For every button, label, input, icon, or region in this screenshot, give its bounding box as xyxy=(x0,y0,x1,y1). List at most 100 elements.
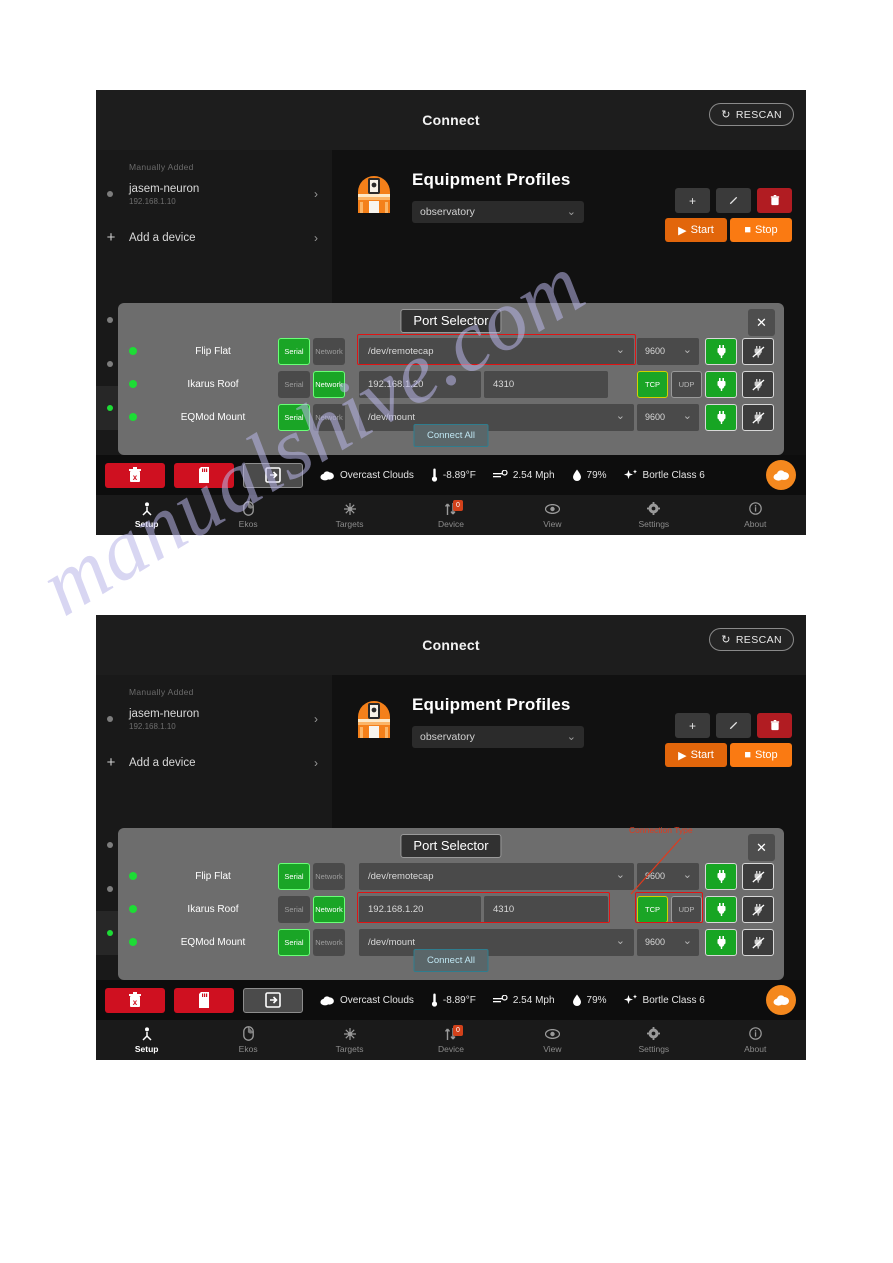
network-mode-button[interactable]: Network xyxy=(313,862,345,890)
serial-mode-button[interactable]: Serial xyxy=(278,895,310,923)
network-mode-button[interactable]: Network xyxy=(313,895,345,923)
nav-item-ekos[interactable]: Ekos xyxy=(197,495,298,535)
close-icon[interactable]: ✕ xyxy=(748,309,775,336)
sidebar-item-sublabel: 192.168.1.10 xyxy=(129,196,176,206)
disconnect-button[interactable] xyxy=(742,928,774,956)
baud-select[interactable]: 9600 ⌄ xyxy=(637,337,699,365)
start-button[interactable]: ▶ Start xyxy=(665,218,727,242)
add-profile-button[interactable]: + xyxy=(675,713,710,738)
baud-select[interactable]: 9600 ⌄ xyxy=(637,928,699,956)
nav-item-device[interactable]: 0 Device xyxy=(400,495,501,535)
device-badge: 0 xyxy=(452,500,463,511)
nav-item-ekos[interactable]: Ekos xyxy=(197,1020,298,1060)
nav-item-targets[interactable]: Targets xyxy=(299,1020,400,1060)
host-input[interactable]: 192.168.1.20 xyxy=(359,370,481,398)
delete-profile-button[interactable] xyxy=(757,713,792,738)
humidity: 79% xyxy=(572,994,607,1007)
delete-profile-button[interactable] xyxy=(757,188,792,213)
disconnect-button[interactable] xyxy=(742,403,774,431)
clear-button[interactable]: x xyxy=(105,462,165,488)
nav-item-about[interactable]: About xyxy=(705,495,806,535)
nav-item-setup[interactable]: Setup xyxy=(96,495,197,535)
cloud-fab-icon[interactable] xyxy=(766,985,796,1015)
network-mode-button[interactable]: Network xyxy=(313,403,345,431)
sidebar-item-add-a-device[interactable]: + Add a device › xyxy=(96,216,332,260)
sidebar-item-jasem-neuron[interactable]: jasem-neuron 192.168.1.10 › xyxy=(96,697,332,741)
udp-button[interactable]: UDP xyxy=(671,370,702,398)
rescan-button[interactable]: ↻ RESCAN xyxy=(709,628,794,651)
edit-profile-button[interactable] xyxy=(716,713,751,738)
chevron-right-icon: › xyxy=(314,187,318,201)
tcp-button[interactable]: TCP xyxy=(637,895,668,923)
cloud-fab-icon[interactable] xyxy=(766,460,796,490)
disconnect-button[interactable] xyxy=(742,337,774,365)
connect-all-button[interactable]: Connect All xyxy=(413,424,489,447)
edit-profile-button[interactable] xyxy=(716,188,751,213)
nav-item-view[interactable]: View xyxy=(502,495,603,535)
clear-button[interactable]: x xyxy=(105,987,165,1013)
port-number-value: 4310 xyxy=(493,903,515,915)
serial-mode-button[interactable]: Serial xyxy=(278,370,310,398)
connect-button[interactable] xyxy=(705,928,737,956)
serial-mode-button[interactable]: Serial xyxy=(278,403,310,431)
wind-icon xyxy=(492,469,508,477)
nav-item-settings[interactable]: Settings xyxy=(603,495,704,535)
login-button[interactable] xyxy=(243,987,303,1013)
port-select[interactable]: /dev/remotecap ⌄ xyxy=(359,862,634,890)
status-dot xyxy=(107,716,113,722)
plug-off-icon xyxy=(751,411,764,424)
baud-select[interactable]: 9600 ⌄ xyxy=(637,403,699,431)
port-number-input[interactable]: 4310 xyxy=(484,895,608,923)
login-button[interactable] xyxy=(243,462,303,488)
nav-item-settings[interactable]: Settings xyxy=(603,1020,704,1060)
stop-button[interactable]: ■ Stop xyxy=(730,743,792,767)
protocol-group: TCP UDP xyxy=(637,895,702,923)
port-select[interactable]: /dev/mount ⌄ xyxy=(359,403,634,431)
thermometer-icon xyxy=(431,468,438,482)
plug-icon xyxy=(717,344,725,358)
connect-button[interactable] xyxy=(705,403,737,431)
sd-card-button[interactable] xyxy=(174,987,234,1013)
sd-card-button[interactable] xyxy=(174,462,234,488)
network-mode-button[interactable]: Network xyxy=(313,337,345,365)
nav-item-device[interactable]: 0 Device xyxy=(400,1020,501,1060)
close-icon[interactable]: ✕ xyxy=(748,834,775,861)
nav-item-view[interactable]: View xyxy=(502,1020,603,1060)
network-mode-button[interactable]: Network xyxy=(313,928,345,956)
disconnect-button[interactable] xyxy=(742,370,774,398)
sidebar-item-add-a-device[interactable]: + Add a device › xyxy=(96,741,332,785)
connect-button[interactable] xyxy=(705,337,737,365)
rescan-button[interactable]: ↻ RESCAN xyxy=(709,103,794,126)
tcp-button[interactable]: TCP xyxy=(637,370,668,398)
start-button[interactable]: ▶ Start xyxy=(665,743,727,767)
stop-icon: ■ xyxy=(744,224,751,236)
chevron-down-icon: ⌄ xyxy=(566,206,576,218)
udp-button[interactable]: UDP xyxy=(671,895,702,923)
nav-label: About xyxy=(744,519,767,529)
bortle-class-value: Bortle Class 6 xyxy=(642,994,705,1006)
nav-item-about[interactable]: About xyxy=(705,1020,806,1060)
port-select[interactable]: /dev/remotecap ⌄ xyxy=(359,337,634,365)
profile-select[interactable]: observatory ⌄ xyxy=(412,726,584,748)
serial-mode-button[interactable]: Serial xyxy=(278,337,310,365)
nav-item-setup[interactable]: Setup xyxy=(96,1020,197,1060)
host-input[interactable]: 192.168.1.20 xyxy=(359,895,481,923)
sidebar-item-jasem-neuron[interactable]: jasem-neuron 192.168.1.10 › xyxy=(96,172,332,216)
connect-button[interactable] xyxy=(705,370,737,398)
star-icon xyxy=(343,1026,357,1041)
port-number-input[interactable]: 4310 xyxy=(484,370,608,398)
disconnect-button[interactable] xyxy=(742,895,774,923)
connect-all-button[interactable]: Connect All xyxy=(413,949,489,972)
stop-button[interactable]: ■ Stop xyxy=(730,218,792,242)
network-mode-button[interactable]: Network xyxy=(313,370,345,398)
serial-mode-button[interactable]: Serial xyxy=(278,928,310,956)
profile-select[interactable]: observatory ⌄ xyxy=(412,201,584,223)
nav-item-targets[interactable]: Targets xyxy=(299,495,400,535)
connect-button[interactable] xyxy=(705,862,737,890)
port-select[interactable]: /dev/mount ⌄ xyxy=(359,928,634,956)
add-profile-button[interactable]: + xyxy=(675,188,710,213)
serial-mode-button[interactable]: Serial xyxy=(278,862,310,890)
table-row: Ikarus Roof Serial Network 192.168.1.20 … xyxy=(118,894,784,924)
disconnect-button[interactable] xyxy=(742,862,774,890)
connect-button[interactable] xyxy=(705,895,737,923)
